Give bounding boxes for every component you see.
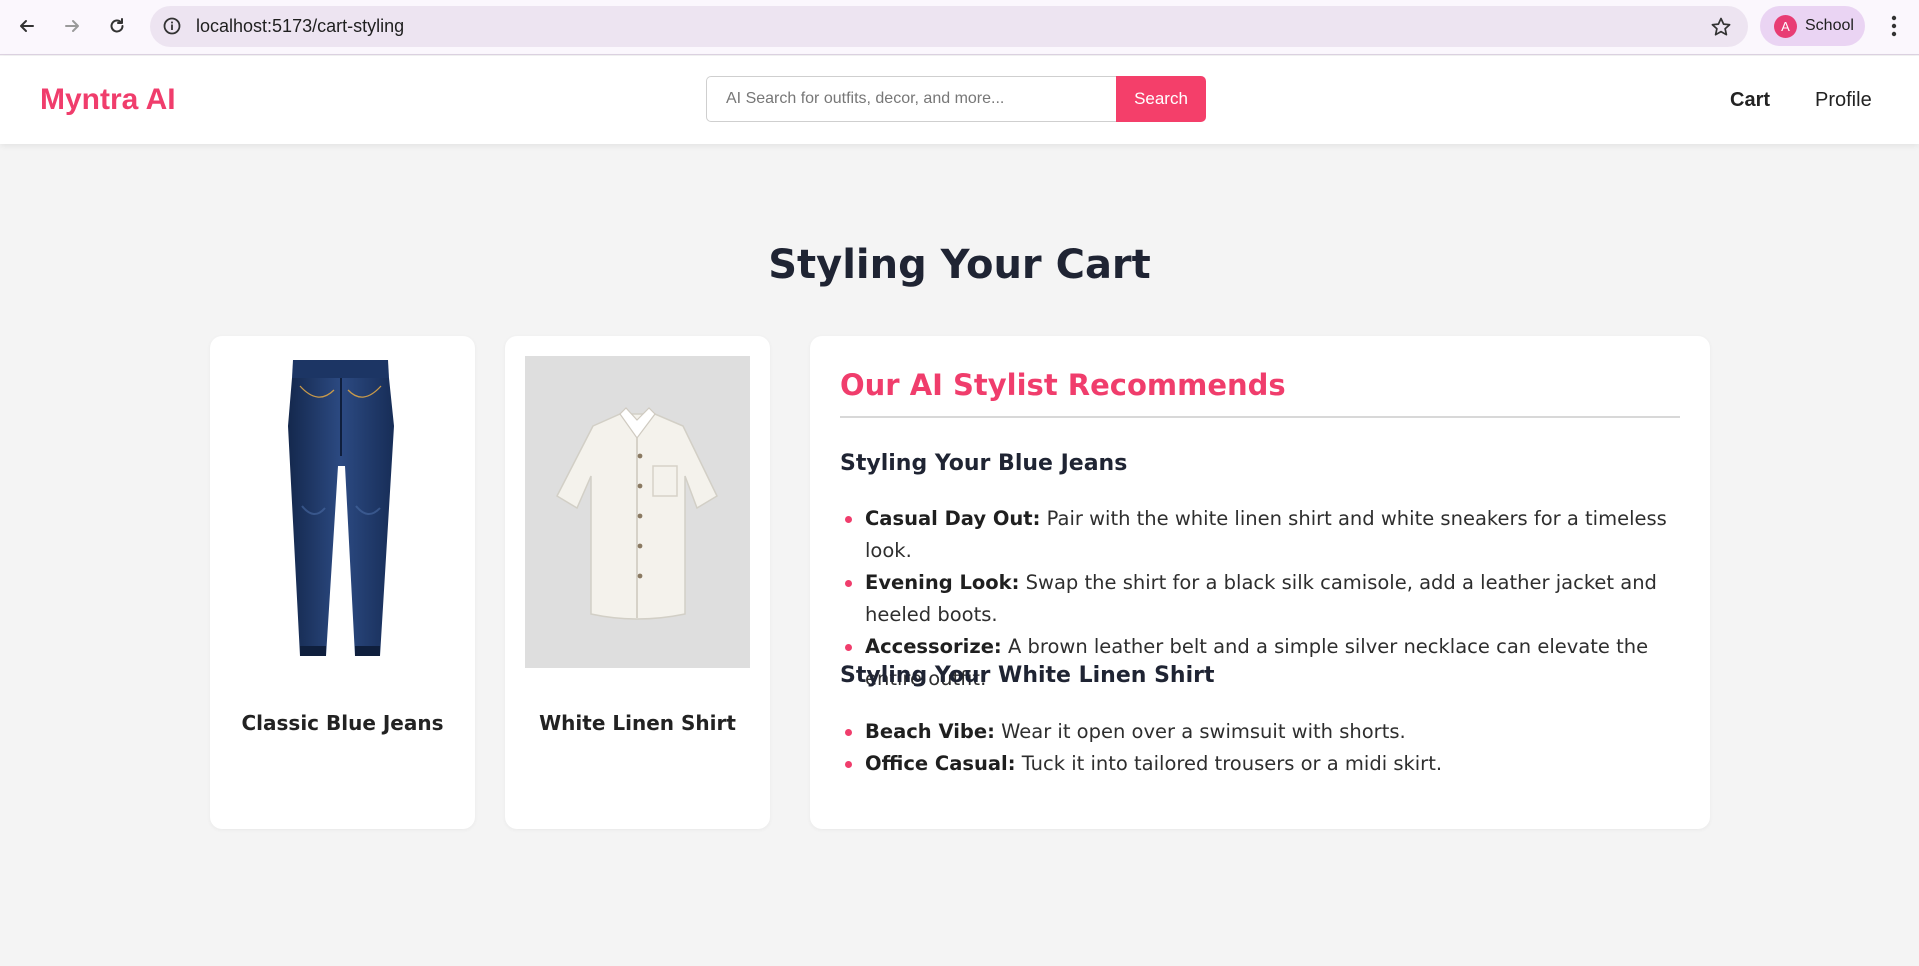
more-menu-icon[interactable]: [1881, 12, 1907, 40]
arrow-right-icon: [65, 20, 79, 32]
bookmark-star-icon[interactable]: [1710, 16, 1732, 38]
profile-name: School: [1805, 17, 1854, 34]
recommendation-list: Beach Vibe: Wear it open over a swimsuit…: [840, 716, 1680, 780]
brand-logo[interactable]: Myntra AI: [40, 56, 176, 144]
reload-icon: [110, 18, 124, 33]
recommendations-title: Our AI Stylist Recommends: [840, 368, 1286, 402]
list-item: Beach Vibe: Wear it open over a swimsuit…: [840, 716, 1680, 748]
nav-cart-link[interactable]: Cart: [1730, 56, 1770, 144]
tip-label: Office Casual:: [865, 752, 1016, 775]
blue-jeans-image: [230, 356, 455, 668]
address-bar[interactable]: localhost:5173/cart-styling: [150, 6, 1748, 47]
arrow-left-icon: [20, 20, 34, 32]
browser-toolbar: localhost:5173/cart-styling A School: [0, 0, 1919, 55]
tip-label: Accessorize:: [865, 635, 1002, 658]
white-linen-shirt-image: [525, 356, 750, 668]
stylist-recommendations-panel: Our AI Stylist Recommends Styling Your B…: [810, 336, 1710, 829]
search-button[interactable]: Search: [1116, 76, 1206, 122]
product-card[interactable]: Classic Blue Jeans: [210, 336, 475, 829]
product-card[interactable]: White Linen Shirt: [505, 336, 770, 829]
section-heading: Styling Your Blue Jeans: [840, 451, 1128, 476]
search-input[interactable]: [706, 76, 1116, 122]
tip-label: Beach Vibe:: [865, 720, 995, 743]
browser-profile-chip[interactable]: A School: [1760, 6, 1865, 46]
page-title: Styling Your Cart: [768, 242, 1151, 288]
tip-label: Casual Day Out:: [865, 507, 1041, 530]
nav-profile-link[interactable]: Profile: [1815, 56, 1872, 144]
app-header: Myntra AI Search Cart Profile: [0, 56, 1919, 144]
site-info-icon[interactable]: [162, 16, 182, 36]
tip-text: Wear it open over a swimsuit with shorts…: [1001, 720, 1406, 743]
avatar: A: [1774, 15, 1797, 38]
tip-text: Tuck it into tailored trousers or a midi…: [1021, 752, 1443, 775]
url-text[interactable]: localhost:5173/cart-styling: [196, 6, 404, 47]
list-item: Casual Day Out: Pair with the white line…: [840, 503, 1680, 567]
product-name[interactable]: White Linen Shirt: [505, 711, 770, 735]
list-item: Evening Look: Swap the shirt for a black…: [840, 567, 1680, 631]
section-heading: Styling Your White Linen Shirt: [840, 663, 1215, 688]
reload-button[interactable]: [100, 9, 134, 43]
product-name[interactable]: Classic Blue Jeans: [210, 711, 475, 735]
search-bar: Search: [706, 76, 1206, 122]
tip-label: Evening Look:: [865, 571, 1020, 594]
divider: [840, 416, 1680, 418]
list-item: Office Casual: Tuck it into tailored tro…: [840, 748, 1680, 780]
back-button[interactable]: [10, 9, 44, 43]
forward-button[interactable]: [55, 9, 89, 43]
